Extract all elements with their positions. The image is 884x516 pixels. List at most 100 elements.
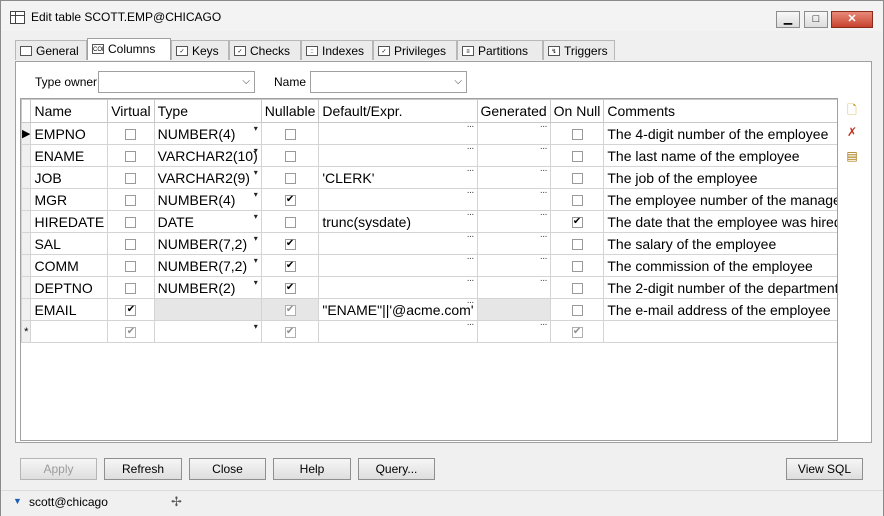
ellipsis-icon[interactable]: ··· [540,212,548,221]
nullable-checkbox[interactable]: ✔ [284,261,296,273]
help-button[interactable]: Help [273,458,351,480]
add-column-icon[interactable]: 🗋 [844,101,860,117]
ellipsis-icon[interactable]: ··· [540,278,548,287]
type-dropdown-icon[interactable]: ▾ [254,124,258,133]
cell-nullable[interactable] [260,210,320,233]
header-virtual[interactable]: Virtual [107,99,155,123]
on-null-checkbox[interactable] [571,129,583,141]
delete-column-icon[interactable]: ✗ [844,125,860,141]
tab-partitions[interactable]: ≡ Partitions [457,40,543,60]
cell-generated[interactable]: ··· [476,320,551,343]
virtual-checkbox[interactable] [125,217,137,229]
ellipsis-icon[interactable]: ··· [467,234,475,243]
row-indicator[interactable] [21,298,32,321]
cell-comments[interactable]: The salary of the employee··· [603,232,837,255]
on-null-checkbox[interactable]: ✔ [571,217,583,229]
minimize-button[interactable]: ▁ [776,11,800,28]
cell-on-null[interactable] [549,254,605,277]
row-indicator[interactable]: ▶ [21,122,32,145]
cell-generated[interactable]: ··· [476,122,551,145]
refresh-button[interactable]: Refresh [104,458,182,480]
ellipsis-icon[interactable]: ··· [540,190,548,199]
cell-default[interactable]: ··· [318,188,478,211]
cell-comments[interactable]: The commission of the employee··· [603,254,837,277]
apply-button[interactable]: Apply [20,458,97,480]
nullable-checkbox[interactable]: ✔ [284,239,296,251]
virtual-checkbox[interactable] [125,129,137,141]
virtual-checkbox[interactable] [125,151,137,163]
cell-comments[interactable]: The e-mail address of the employee··· [603,298,837,321]
table-row[interactable]: EMAIL ✔ ✔ "ENAME"||'@acme.com' ··· The e-mail… [21,298,837,321]
ellipsis-icon[interactable]: ··· [467,300,475,309]
cell-default[interactable]: ··· [318,144,478,167]
ellipsis-icon[interactable]: ··· [540,146,548,155]
header-type[interactable]: Type [153,99,262,123]
cell-comments[interactable]: The last name of the employee··· [603,144,837,167]
cell-virtual[interactable] [107,276,155,299]
ellipsis-icon[interactable]: ··· [540,234,548,243]
type-dropdown-icon[interactable]: ▾ [254,256,258,265]
tab-keys[interactable]: ✓ Keys [171,40,229,60]
cell-name[interactable]: EMPNO [30,122,109,145]
cell-on-null[interactable] [549,298,605,321]
cell-on-null[interactable] [549,166,605,189]
row-indicator[interactable] [21,144,32,167]
type-dropdown-icon[interactable]: ▾ [254,168,258,177]
virtual-checkbox[interactable] [125,239,137,251]
cell-generated[interactable]: ··· [476,166,551,189]
ellipsis-icon[interactable]: ··· [467,278,475,287]
row-indicator[interactable] [21,210,32,233]
virtual-checkbox[interactable] [125,195,137,207]
tab-triggers[interactable]: ↯ Triggers [543,40,615,60]
cell-virtual[interactable] [107,254,155,277]
on-null-checkbox[interactable] [571,195,583,207]
header-nullable[interactable]: Nullable [260,99,320,123]
table-row[interactable]: * ✔ ▾ ✔ ··· ··· ✔ ··· [21,320,837,343]
cell-name[interactable]: SAL [30,232,109,255]
virtual-checkbox[interactable] [125,173,137,185]
view-sql-button[interactable]: View SQL [786,458,863,480]
cell-comments[interactable]: ··· [603,320,837,343]
header-generated[interactable]: Generated [476,99,551,123]
column-properties-icon[interactable]: ▤ [844,149,860,165]
cell-generated[interactable]: ··· [476,254,551,277]
table-row[interactable]: COMM NUMBER(7,2) ▾ ✔ ··· ··· The commission of… [21,254,837,277]
nullable-checkbox[interactable]: ✔ [284,195,296,207]
table-row[interactable]: JOB VARCHAR2(9) ▾ 'CLERK' ··· ··· The job of t… [21,166,837,189]
cell-nullable[interactable]: ✔ [260,276,320,299]
cell-name[interactable] [30,320,109,343]
type-dropdown-icon[interactable]: ▾ [254,322,258,331]
close-button[interactable]: Close [189,458,266,480]
cell-generated[interactable]: ··· [476,232,551,255]
cell-type[interactable]: NUMBER(7,2) ▾ [153,254,262,277]
cell-type[interactable]: VARCHAR2(10) ▾ [153,144,262,167]
cell-virtual[interactable] [107,166,155,189]
close-window-button[interactable]: ✕ [831,11,873,28]
cell-default[interactable]: ··· [318,254,478,277]
cell-generated[interactable]: ··· [476,144,551,167]
name-combo[interactable]: ⌵ [310,71,467,93]
cell-default[interactable]: 'CLERK' ··· [318,166,478,189]
maximize-button[interactable]: □ [804,11,828,28]
cell-on-null[interactable] [549,122,605,145]
cell-default[interactable]: "ENAME"||'@acme.com' ··· [318,298,478,321]
cell-default[interactable]: ··· [318,276,478,299]
cell-nullable[interactable]: ✔ [260,254,320,277]
connection-dropdown-icon[interactable]: ▼ [13,496,22,506]
cell-comments[interactable]: The 4-digit number of the employee··· [603,122,837,145]
table-row[interactable]: ▶ EMPNO NUMBER(4) ▾ ··· ··· The 4-digit number… [21,122,837,145]
cell-default[interactable]: ··· [318,232,478,255]
cell-virtual[interactable]: ✔ [107,298,155,321]
nullable-checkbox[interactable] [284,217,296,229]
nullable-checkbox[interactable] [284,173,296,185]
table-row[interactable]: SAL NUMBER(7,2) ▾ ✔ ··· ··· The salary of the … [21,232,837,255]
ellipsis-icon[interactable]: ··· [540,256,548,265]
row-indicator[interactable] [21,232,32,255]
cell-generated[interactable]: ··· [476,210,551,233]
cell-nullable[interactable]: ✔ [260,188,320,211]
cell-nullable[interactable]: ✔ [260,232,320,255]
ellipsis-icon[interactable]: ··· [540,168,548,177]
table-row[interactable]: DEPTNO NUMBER(2) ▾ ✔ ··· ··· The 2-digit numbe… [21,276,837,299]
ellipsis-icon[interactable]: ··· [540,124,548,133]
cell-virtual[interactable] [107,232,155,255]
